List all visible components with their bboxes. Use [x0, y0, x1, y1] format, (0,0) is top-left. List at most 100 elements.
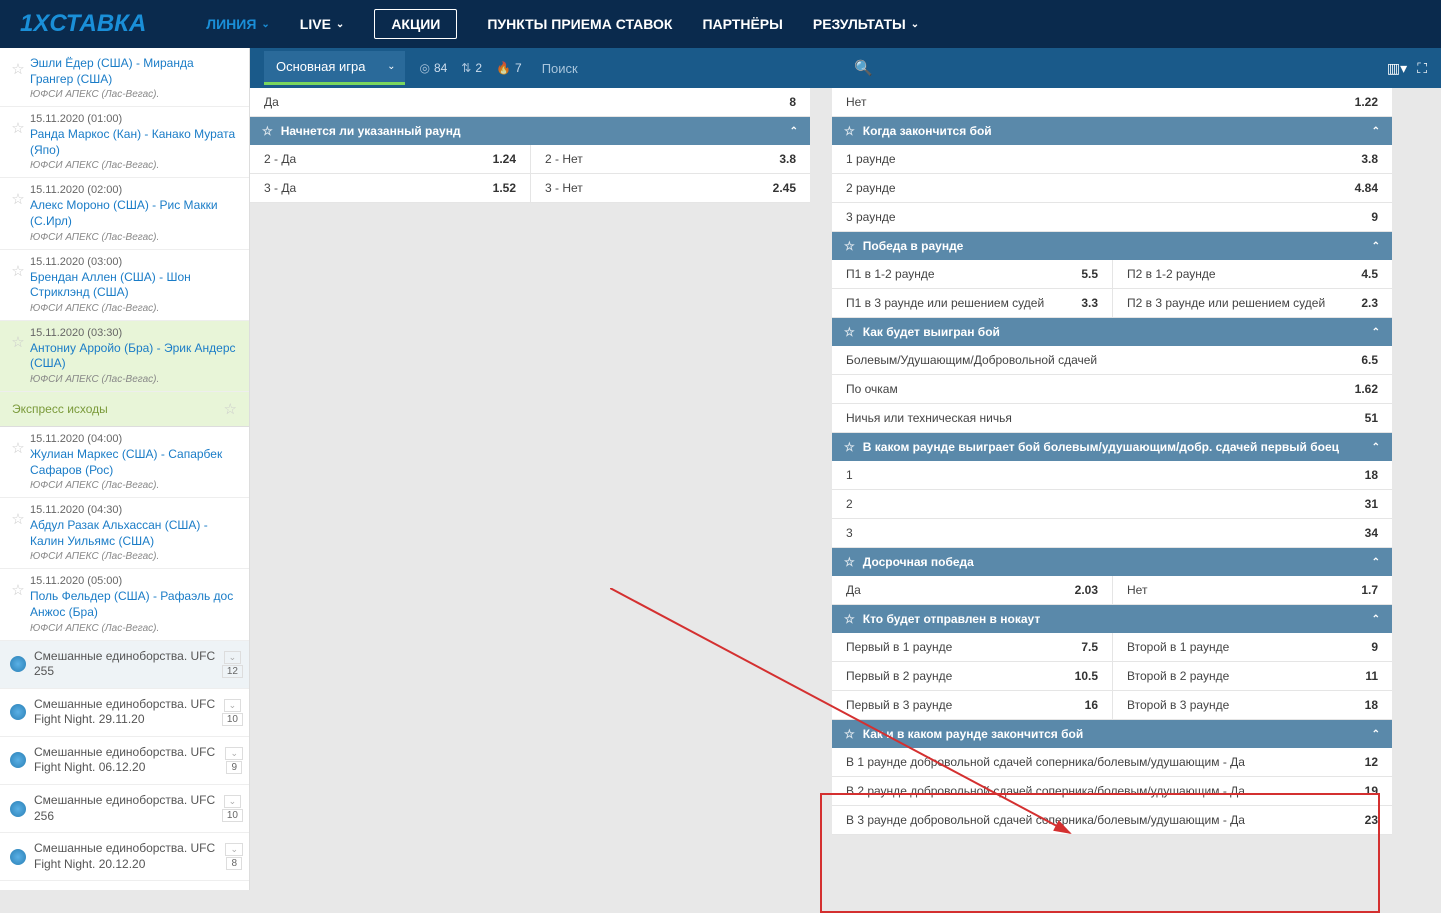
chevron-down-icon[interactable]: ⌄ [225, 747, 243, 760]
star-icon[interactable]: ☆ [11, 60, 24, 78]
bet-cell[interactable]: 1 раунде3.8 [832, 145, 1392, 173]
bet-cell[interactable]: В 3 раунде добровольной сдачей соперника… [832, 806, 1392, 834]
bet-cell[interactable]: В 1 раунде добровольной сдачей соперника… [832, 748, 1392, 776]
bet-cell[interactable]: Второй в 1 раунде9 [1112, 633, 1392, 661]
layout-columns-icon[interactable]: ▥▾ [1387, 60, 1407, 77]
collapse-icon[interactable]: ⌃ [1372, 327, 1380, 338]
event-item[interactable]: ☆ 15.11.2020 (02:00) Алекс Мороно (США) … [0, 178, 249, 249]
bet-cell[interactable]: Первый в 2 раунде10.5 [832, 662, 1112, 690]
chevron-down-icon[interactable]: ⌄ [224, 699, 242, 712]
chevron-down-icon[interactable]: ⌄ [224, 795, 242, 808]
event-item[interactable]: ☆ Эшли Ёдер (США) - Миранда Грангер (США… [0, 48, 249, 107]
bet-cell[interactable]: П1 в 1-2 раунде5.5 [832, 260, 1112, 288]
nav-partners[interactable]: ПАРТНЁРЫ [702, 16, 782, 32]
category-item[interactable]: Смешанные единоборства. UFC Fight Night.… [0, 737, 249, 785]
bet-cell[interactable]: Ничья или техническая ничья51 [832, 404, 1392, 432]
event-item[interactable]: ☆ 15.11.2020 (01:00) Ранда Маркос (Кан) … [0, 107, 249, 178]
collapse-icon[interactable]: ⌃ [1372, 126, 1380, 137]
collapse-icon[interactable]: ⌃ [1372, 614, 1380, 625]
bet-cell[interactable]: 231 [832, 490, 1392, 518]
collapse-icon[interactable]: ⌃ [790, 126, 798, 137]
bet-cell[interactable]: Первый в 1 раунде7.5 [832, 633, 1112, 661]
event-item[interactable]: ☆ 15.11.2020 (04:30) Абдул Разак Альхасс… [0, 498, 249, 569]
layout-expand-icon[interactable]: ⛶ [1417, 60, 1427, 77]
nav-results[interactable]: РЕЗУЛЬТАТЫ⌄ [813, 16, 919, 32]
collapse-icon[interactable]: ⌃ [1372, 442, 1380, 453]
nav-live[interactable]: LIVE⌄ [300, 16, 345, 32]
bet-cell[interactable]: 2 - Нет3.8 [530, 145, 810, 173]
chevron-down-icon: ⌄ [911, 19, 919, 30]
bet-cell[interactable]: 334 [832, 519, 1392, 547]
star-icon[interactable]: ☆ [11, 333, 24, 351]
event-date: 15.11.2020 (01:00) [30, 113, 239, 125]
bet-cell[interactable]: 118 [832, 461, 1392, 489]
bet-cell[interactable]: Первый в 3 раунде16 [832, 691, 1112, 719]
star-icon: ☆ [844, 440, 855, 454]
market-header[interactable]: ☆В каком раунде выиграет бой болевым/уду… [832, 433, 1392, 461]
bet-cell[interactable]: Да8 [250, 88, 810, 116]
category-item[interactable]: Смешанные единоборства. UFC 255 ⌄12 [0, 641, 249, 689]
collapse-icon[interactable]: ⌃ [1372, 557, 1380, 568]
star-icon[interactable]: ☆ [11, 510, 24, 528]
event-item[interactable]: ☆ 15.11.2020 (04:00) Жулиан Маркес (США)… [0, 427, 249, 498]
stat-sort[interactable]: ⇅2 [461, 61, 482, 75]
nav-line[interactable]: ЛИНИЯ⌄ [206, 16, 270, 32]
logo[interactable]: 1XСТАВКА [20, 10, 146, 38]
category-item[interactable]: Смешанные единоборства. UFC 256 ⌄10 [0, 785, 249, 833]
event-venue: ЮФСИ АПЕКС (Лас-Вегас). [30, 303, 239, 314]
bet-cell[interactable]: 2 раунде4.84 [832, 174, 1392, 202]
collapse-icon[interactable]: ⌃ [1372, 729, 1380, 740]
bet-cell[interactable]: Нет1.7 [1112, 576, 1392, 604]
category-item[interactable]: Смешанные единоборства. UFC Fight Night.… [0, 833, 249, 881]
search-icon[interactable]: 🔍 [854, 59, 873, 77]
bet-cell[interactable]: В 2 раунде добровольной сдачей соперника… [832, 777, 1392, 805]
event-item[interactable]: ☆ 15.11.2020 (03:00) Брендан Аллен (США)… [0, 250, 249, 321]
bet-cell[interactable]: Нет1.22 [832, 88, 1392, 116]
star-icon[interactable]: ☆ [11, 262, 24, 280]
bet-cell[interactable]: 3 раунде9 [832, 203, 1392, 231]
game-type-select[interactable]: Основная игра ⌄ [264, 51, 405, 85]
stat-target[interactable]: ◎84 [419, 61, 447, 75]
market-header[interactable]: ☆Досрочная победа⌃ [832, 548, 1392, 576]
search-input[interactable] [536, 55, 855, 82]
star-icon[interactable]: ☆ [11, 190, 24, 208]
bet-cell[interactable]: 3 - Нет2.45 [530, 174, 810, 202]
market-header[interactable]: ☆Как и в каком раунде закончится бой⌃ [832, 720, 1392, 748]
category-label: Смешанные единоборства. UFC 256 [30, 793, 222, 824]
event-item[interactable]: ☆ 15.11.2020 (05:00) Поль Фельдер (США) … [0, 569, 249, 640]
star-icon[interactable]: ☆ [11, 581, 24, 599]
market-header[interactable]: ☆Когда закончится бой⌃ [832, 117, 1392, 145]
bet-cell[interactable]: 3 - Да1.52 [250, 174, 530, 202]
event-item[interactable]: ☆ 15.11.2020 (03:30) Антониу Арройо (Бра… [0, 321, 249, 392]
market-header[interactable]: ☆Победа в раунде⌃ [832, 232, 1392, 260]
bet-cell[interactable]: П2 в 1-2 раунде4.5 [1112, 260, 1392, 288]
bet-cell[interactable]: Да2.03 [832, 576, 1112, 604]
chevron-down-icon[interactable]: ⌄ [224, 651, 242, 664]
star-icon: ☆ [844, 555, 855, 569]
bet-cell[interactable]: Второй в 3 раунде18 [1112, 691, 1392, 719]
category-item[interactable]: Смешанные единоборства. UFC Fight Night.… [0, 881, 249, 890]
nav-shops[interactable]: ПУНКТЫ ПРИЕМА СТАВОК [487, 16, 672, 32]
bet-cell[interactable]: П1 в 3 раунде или решением судей3.3 [832, 289, 1112, 317]
collapse-icon[interactable]: ⌃ [1372, 241, 1380, 252]
category-item[interactable]: Смешанные единоборства. UFC Fight Night.… [0, 689, 249, 737]
nav-promo[interactable]: АКЦИИ [374, 9, 457, 39]
market-header[interactable]: ☆Как будет выигран бой⌃ [832, 318, 1392, 346]
chevron-down-icon[interactable]: ⌄ [225, 843, 243, 856]
star-icon[interactable]: ☆ [224, 400, 237, 418]
star-icon[interactable]: ☆ [11, 119, 24, 137]
bet-cell[interactable]: Второй в 2 раунде11 [1112, 662, 1392, 690]
star-icon[interactable]: ☆ [11, 439, 24, 457]
market-header[interactable]: ☆Кто будет отправлен в нокаут⌃ [832, 605, 1392, 633]
globe-icon [10, 849, 26, 865]
bet-cell[interactable]: П2 в 3 раунде или решением судей2.3 [1112, 289, 1392, 317]
stat-fire[interactable]: 🔥7 [496, 61, 522, 75]
market-header[interactable]: ☆Начнется ли указанный раунд⌃ [250, 117, 810, 145]
bet-cell[interactable]: Болевым/Удушающим/Добровольной сдачей6.5 [832, 346, 1392, 374]
bet-cell[interactable]: По очкам1.62 [832, 375, 1392, 403]
bet-cell[interactable]: 2 - Да1.24 [250, 145, 530, 173]
globe-icon [10, 704, 26, 720]
express-header[interactable]: Экспресс исходы☆ [0, 392, 249, 427]
sidebar[interactable]: ☆ Эшли Ёдер (США) - Миранда Грангер (США… [0, 48, 250, 890]
star-icon: ☆ [844, 727, 855, 741]
